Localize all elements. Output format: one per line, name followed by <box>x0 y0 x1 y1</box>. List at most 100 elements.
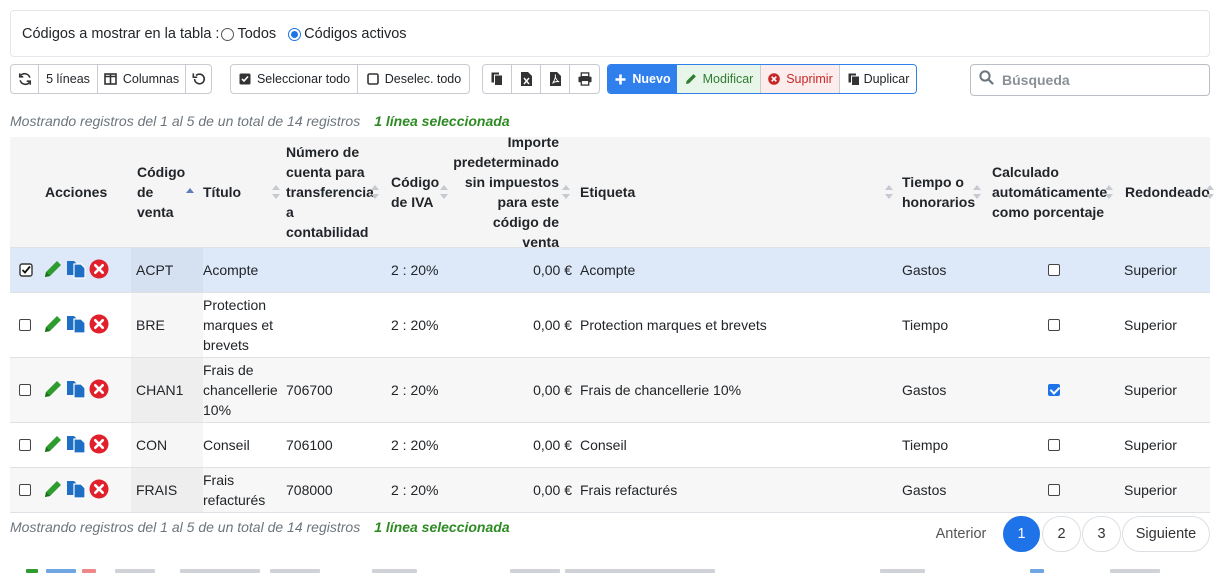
percent-checkbox[interactable] <box>1048 384 1060 396</box>
lines-per-page-button[interactable]: 5 líneas <box>39 65 98 93</box>
cell-percent-checkbox[interactable] <box>992 248 1116 292</box>
cell-account <box>286 248 382 292</box>
cell-title: Acompte <box>203 262 259 278</box>
delete-icon[interactable] <box>89 379 109 402</box>
cell-percent-checkbox[interactable] <box>992 358 1116 422</box>
pdf-button[interactable] <box>541 65 570 93</box>
row-select-checkbox[interactable] <box>19 293 39 357</box>
cell-label: Acompte <box>580 262 636 278</box>
search-input[interactable] <box>1000 71 1200 89</box>
edit-pencil-icon[interactable] <box>43 434 63 457</box>
row-actions <box>43 293 137 357</box>
delete-icon[interactable] <box>89 434 109 457</box>
delete-icon[interactable] <box>89 314 109 337</box>
header-amount[interactable]: Importe predeterminado sin impuestos para e… <box>453 134 559 250</box>
copy-button[interactable] <box>483 65 512 93</box>
delete-icon[interactable] <box>89 479 109 502</box>
cutoff-content <box>0 566 1220 573</box>
edit-pencil-icon[interactable] <box>43 379 63 402</box>
edit-pencil-icon[interactable] <box>43 314 63 337</box>
search-box[interactable] <box>970 64 1210 96</box>
modify-label: Modificar <box>702 72 754 86</box>
page-button-2[interactable]: 2 <box>1042 516 1081 552</box>
print-button[interactable] <box>570 65 599 93</box>
table-row[interactable]: FRAIS Frais refacturés 708000 2 : 20% 0,00 €… <box>10 468 1210 513</box>
select-all-button[interactable]: Seleccionar todo <box>231 65 358 93</box>
header-label[interactable]: Etiqueta <box>580 137 896 247</box>
new-button[interactable]: Nuevo <box>608 65 677 93</box>
page-button-3[interactable]: 3 <box>1082 516 1121 552</box>
table-row[interactable]: BRE Protection marques et brevets 2 : 20% 0… <box>10 293 1210 358</box>
table-row[interactable]: CHAN1 Frais de chancellerie 10% 706700 2 : … <box>10 358 1210 423</box>
header-code-line: venta <box>137 204 174 220</box>
next-page-button[interactable]: Siguiente <box>1122 516 1210 552</box>
duplicate-icon[interactable] <box>66 379 86 402</box>
modify-button[interactable]: Modificar <box>677 65 761 93</box>
header-rounded[interactable]: Redondeado <box>1125 137 1214 247</box>
cell-percent-checkbox[interactable] <box>992 293 1116 357</box>
radio-active-codes-label[interactable]: Códigos activos <box>304 26 406 42</box>
table-row[interactable]: CON Conseil 706100 2 : 20% 0,00 € Conseil Tiem… <box>10 423 1210 468</box>
header-account[interactable]: Número de cuenta para transferencia a contab… <box>286 137 382 247</box>
page-button-1[interactable]: 1 <box>1003 516 1040 552</box>
duplicate-icon[interactable] <box>66 314 86 337</box>
percent-checkbox[interactable] <box>1048 319 1060 331</box>
records-info-top: Mostrando registros del 1 al 5 de un tot… <box>10 113 510 129</box>
row-actions <box>43 468 137 512</box>
percent-checkbox[interactable] <box>1048 264 1060 276</box>
row-select-checkbox[interactable] <box>19 468 39 512</box>
deselect-all-button[interactable]: Deselec. todo <box>358 65 469 93</box>
cell-label: Frais refacturés <box>580 482 678 498</box>
delete-label: Suprimir <box>786 72 833 86</box>
cell-percent-checkbox[interactable] <box>992 423 1116 467</box>
delete-button[interactable]: Suprimir <box>761 65 840 93</box>
print-icon <box>577 72 592 86</box>
previous-page-button[interactable]: Anterior <box>926 516 996 552</box>
duplicate-icon[interactable] <box>66 259 86 282</box>
edit-pencil-icon[interactable] <box>43 479 63 502</box>
header-vat[interactable]: Código de IVA <box>391 137 451 247</box>
row-select-checkbox[interactable] <box>19 423 39 467</box>
cell-amount: 0,00 € <box>533 317 572 333</box>
header-time[interactable]: Tiempo o honorarios <box>902 137 984 247</box>
cell-time: Gastos <box>902 262 947 278</box>
cell-percent-checkbox[interactable] <box>992 468 1116 512</box>
table-row[interactable]: ACPT Acompte 2 : 20% 0,00 € Acompte Gastos Sup… <box>10 248 1210 293</box>
pdf-file-icon <box>548 72 562 86</box>
header-percent[interactable]: Calculado automáticamente como porcentaje <box>992 137 1116 247</box>
refresh-button[interactable] <box>11 65 39 93</box>
excel-button[interactable] <box>512 65 541 93</box>
percent-checkbox[interactable] <box>1048 484 1060 496</box>
sort-icon <box>885 184 893 200</box>
delete-icon[interactable] <box>89 259 109 282</box>
radio-all-label[interactable]: Todos <box>237 26 276 42</box>
cell-rounded: Superior <box>1124 317 1177 333</box>
sort-icon[interactable] <box>562 184 570 200</box>
row-actions <box>43 358 137 422</box>
code-filter-panel: Códigos a mostrar en la tabla : Todos Có… <box>10 10 1210 57</box>
header-vat-line: Código <box>391 174 440 190</box>
header-code[interactable]: Código de venta <box>137 137 200 247</box>
plus-icon <box>613 72 627 86</box>
header-percent-line: como porcentaje <box>992 204 1105 220</box>
row-select-checkbox[interactable] <box>19 248 39 292</box>
cell-vat: 2 : 20% <box>391 317 439 333</box>
crud-button-group: Nuevo Modificar Suprimir Duplicar <box>607 64 917 94</box>
cell-label: Frais de chancellerie 10% <box>580 382 742 398</box>
duplicate-icon[interactable] <box>66 479 86 502</box>
duplicate-button[interactable]: Duplicar <box>840 65 916 93</box>
sort-icon <box>1105 184 1113 200</box>
cell-time: Tiempo <box>902 317 949 333</box>
radio-all[interactable] <box>221 28 235 41</box>
cell-label: Conseil <box>580 437 627 453</box>
columns-button[interactable]: Columnas <box>98 65 186 93</box>
row-select-checkbox[interactable] <box>19 358 39 422</box>
radio-active-codes[interactable] <box>288 28 302 41</box>
header-account-line: cuenta para <box>286 164 365 180</box>
header-title[interactable]: Título <box>203 137 283 247</box>
reset-button[interactable] <box>186 65 211 93</box>
percent-checkbox[interactable] <box>1048 439 1060 451</box>
empty-checkbox <box>19 484 31 496</box>
duplicate-icon[interactable] <box>66 434 86 457</box>
edit-pencil-icon[interactable] <box>43 259 63 282</box>
